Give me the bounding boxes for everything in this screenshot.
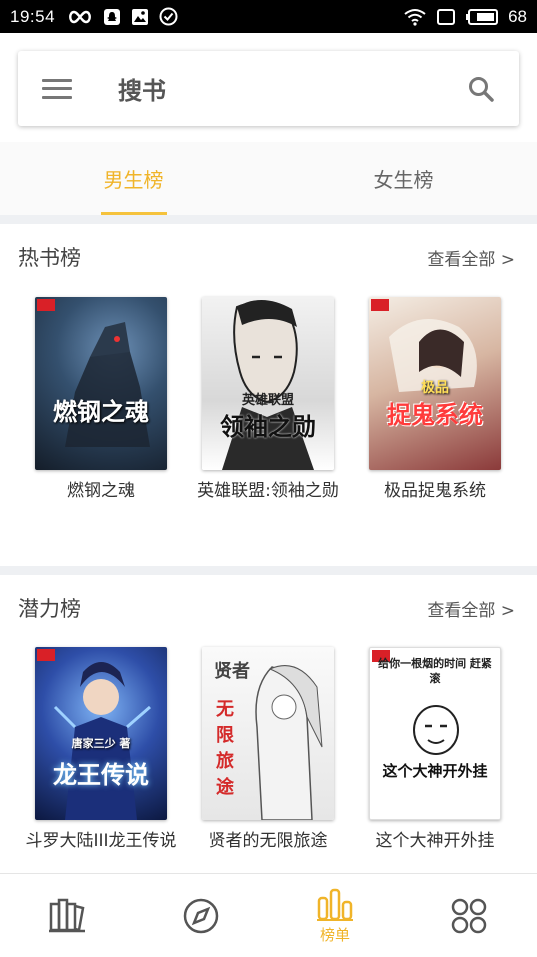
book-item[interactable]: 给你一根烟的时间 赶紧滚 这个大神开外挂 这个大神开外挂 (351, 647, 519, 853)
image-icon (132, 8, 149, 25)
tab-label: 男生榜 (103, 168, 164, 192)
view-all-link[interactable]: 查看全部 > (427, 596, 515, 621)
menu-icon[interactable] (42, 77, 72, 101)
book-item[interactable]: 极品 捉鬼系统 极品捉鬼系统 (351, 297, 519, 503)
nav-discover[interactable] (134, 874, 268, 957)
cover-title: 这个大神开外挂 (382, 762, 488, 780)
cover-title: 领袖之勋 (220, 413, 316, 441)
bottom-navigation: 榜单 (0, 873, 537, 957)
cover-title: 捉鬼系统 (387, 401, 483, 429)
ranking-tabs: 男生榜 女生榜 (0, 142, 537, 215)
nav-more[interactable] (402, 874, 536, 957)
cover-subtitle: 给你一根烟的时间 赶紧滚 (378, 657, 492, 685)
book-title: 这个大神开外挂 (375, 831, 495, 851)
cover-subtitle: 英雄联盟 (241, 393, 294, 408)
hot-books-section: 热书榜 查看全部 > 燃钢之魂 燃钢之魂 英雄联盟 领袖之勋 英雄联盟:领袖之勋… (0, 224, 537, 566)
status-time: 19:54 (10, 6, 56, 26)
section-header: 潜力榜 查看全部 > (0, 575, 537, 637)
section-title: 热书榜 (18, 246, 81, 270)
book-cover[interactable]: 唐家三少 著 龙王传说 (35, 647, 167, 820)
book-item[interactable]: 贤者 无限旅途 贤者的无限旅途 (184, 647, 352, 853)
cover-subtitle: 唐家三少 著 (71, 737, 131, 750)
book-cover[interactable]: 极品 捉鬼系统 (369, 297, 501, 470)
book-cover[interactable]: 给你一根烟的时间 赶紧滚 这个大神开外挂 (369, 647, 501, 820)
cover-subtitle: 贤者 (214, 661, 250, 682)
grid-icon (451, 898, 487, 934)
status-bar: 19:54 68 (0, 0, 537, 33)
potential-books-section: 潜力榜 查看全部 > 唐家三少 著 龙王传说 斗罗大陆III龙王传说 贤者 无限… (0, 575, 537, 873)
tab-label: 女生榜 (373, 168, 434, 192)
divider (0, 215, 537, 224)
book-cover[interactable]: 燃钢之魂 (35, 297, 167, 470)
search-bar[interactable]: 搜书 (18, 51, 519, 126)
check-circle-icon (159, 7, 178, 26)
search-icon[interactable] (467, 75, 495, 103)
nav-bookshelf[interactable] (0, 874, 134, 957)
nav-ranking[interactable]: 榜单 (268, 874, 402, 957)
divider (0, 566, 537, 575)
nav-ranking-label: 榜单 (319, 925, 350, 944)
cover-title: 无限旅途 (216, 699, 234, 798)
view-all-link[interactable]: 查看全部 > (427, 245, 515, 270)
book-title: 英雄联盟:领袖之勋 (197, 481, 339, 501)
cover-title: 龙王传说 (53, 761, 149, 789)
search-title: 搜书 (118, 77, 166, 105)
book-item[interactable]: 英雄联盟 领袖之勋 英雄联盟:领袖之勋 (184, 297, 352, 503)
book-title: 贤者的无限旅途 (208, 831, 328, 851)
snapchat-icon (104, 8, 121, 25)
bookshelf-icon (49, 898, 85, 933)
book-cover[interactable]: 英雄联盟 领袖之勋 (202, 297, 334, 470)
cover-title: 燃钢之魂 (53, 398, 149, 426)
book-title: 燃钢之魂 (67, 481, 135, 501)
cover-subtitle: 极品 (421, 380, 449, 396)
tab-male[interactable]: 男生榜 (100, 142, 167, 215)
book-cover[interactable]: 贤者 无限旅途 (202, 647, 334, 820)
section-title: 潜力榜 (18, 597, 81, 621)
battery-icon (466, 8, 499, 25)
book-title: 极品捉鬼系统 (384, 481, 486, 501)
infinity-icon (69, 10, 91, 23)
ranking-icon (317, 888, 353, 921)
compass-icon (183, 898, 219, 934)
book-item[interactable]: 唐家三少 著 龙王传说 斗罗大陆III龙王传说 (17, 647, 185, 853)
book-title: 斗罗大陆III龙王传说 (25, 831, 177, 851)
screen-icon (437, 8, 456, 25)
tab-female[interactable]: 女生榜 (370, 142, 437, 215)
battery-level: 68 (508, 6, 527, 26)
wifi-icon (404, 8, 426, 26)
section-header: 热书榜 查看全部 > (0, 224, 537, 286)
book-item[interactable]: 燃钢之魂 燃钢之魂 (17, 297, 185, 503)
